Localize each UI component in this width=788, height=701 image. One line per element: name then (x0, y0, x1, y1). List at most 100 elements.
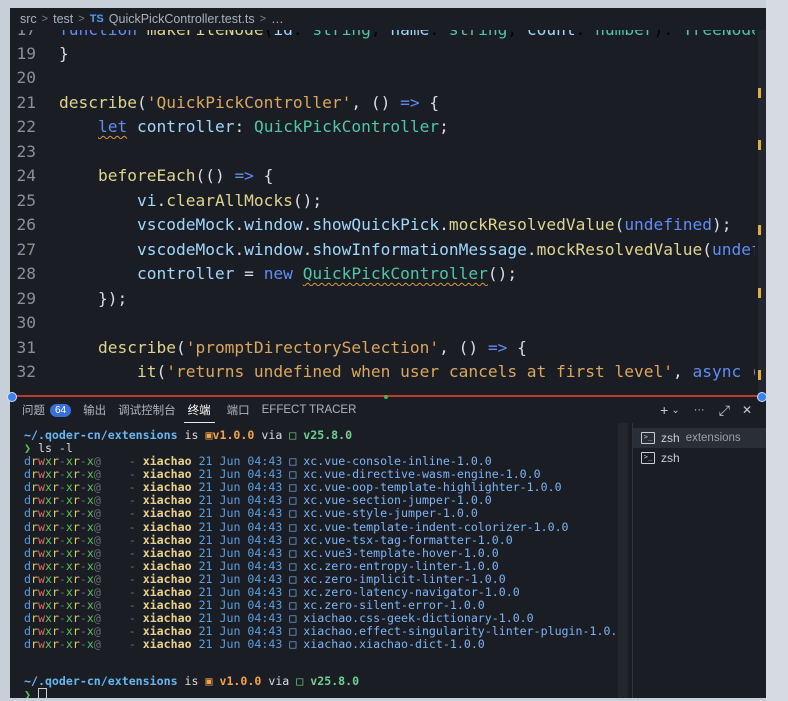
folder-icon: □ (289, 480, 304, 495)
code-line: 22 let controller: QuickPickController; (16, 117, 449, 136)
folder-icon: □ (289, 506, 304, 521)
owner: xiachao (142, 545, 192, 560)
terminal-list-row: drwxr-xr-x@ - xiachao 21 Jun 04:43 □ xc.… (24, 493, 492, 508)
directory-name: xc.vue-console-inline-1.0.0 (303, 454, 492, 468)
terminal-list-row: drwxr-xr-x@ - xiachao 21 Jun 04:43 □ xia… (24, 637, 485, 652)
modified-date: 21 Jun 04:43 (191, 480, 290, 495)
modified-date: 21 Jun 04:43 (191, 624, 290, 639)
owner: xiachao (142, 519, 192, 534)
tab-ports[interactable]: 端口 (227, 397, 250, 423)
breadcrumb: src > test > TS QuickPickController.test… (10, 8, 766, 30)
terminal-list-row: drwxr-xr-x@ - xiachao 21 Jun 04:43 □ xia… (24, 624, 625, 639)
directory-name: xc.vue3-template-hover-1.0.0 (303, 545, 499, 560)
terminal-prompt: ~/.qoder-cn/extensions is ▣ v1.0.0 via □… (24, 674, 360, 688)
code-line: 21 describe('QuickPickController', () => … (16, 93, 440, 112)
owner: xiachao (142, 598, 192, 613)
permissions: drwxr-xr-x@ (24, 598, 101, 613)
terminal-list-row: drwxr-xr-x@ - xiachao 21 Jun 04:43 □ xc.… (24, 467, 541, 482)
code-editor[interactable]: 17function makeFileNode(id: string, name… (10, 30, 758, 397)
breadcrumb-src[interactable]: src (20, 12, 37, 26)
permissions: drwxr-xr-x@ (24, 532, 101, 547)
tab-terminal[interactable]: 终端 (183, 398, 215, 423)
modified-date: 21 Jun 04:43 (191, 571, 290, 586)
modified-date: 21 Jun 04:43 (191, 545, 290, 560)
maximize-icon[interactable]: ⤢ (719, 402, 730, 419)
overview-marker (758, 88, 761, 98)
terminal-icon: >_ (641, 452, 655, 464)
tab-output[interactable]: 输出 (83, 397, 106, 423)
code-line: 23 (16, 142, 37, 161)
folder-icon: □ (289, 585, 304, 599)
terminal-scrollbar[interactable] (618, 423, 628, 698)
breadcrumb-more[interactable]: … (271, 12, 284, 26)
modified-date: 21 Jun 04:43 (191, 585, 290, 599)
tab-effect-tracer[interactable]: EFFECT TRACER (262, 397, 357, 423)
tab-debug-console[interactable]: 调试控制台 (118, 397, 176, 423)
code-line: 29 }); (16, 289, 128, 308)
owner: xiachao (142, 585, 192, 599)
directory-name: xc.vue-style-jumper-1.0.0 (303, 506, 478, 521)
owner: xiachao (142, 493, 192, 508)
chevron-down-icon[interactable]: ⌄ (671, 405, 679, 416)
terminal-list-row: drwxr-xr-x@ - xiachao 21 Jun 04:43 □ xc.… (24, 454, 492, 468)
code-line: 31 describe('promptDirectorySelection', … (16, 338, 527, 357)
folder-icon: □ (289, 532, 304, 547)
directory-name: xiachao.css-geek-dictionary-1.0.0 (303, 611, 534, 626)
terminal-input-line[interactable]: ❯ (24, 688, 47, 698)
directory-name: xc.vue-section-jumper-1.0.0 (303, 493, 492, 508)
directory-name: xc.vue-oop-template-highlighter-1.0.0 (303, 480, 562, 495)
permissions: drwxr-xr-x@ (24, 519, 101, 534)
code-line: 20 (16, 68, 37, 87)
problems-count-badge: 64 (50, 403, 72, 417)
folder-icon: □ (289, 571, 304, 586)
chevron-right-icon: > (259, 13, 267, 25)
folder-icon: □ (289, 624, 304, 639)
modified-date: 21 Jun 04:43 (191, 467, 290, 482)
terminal-list-row: drwxr-xr-x@ - xiachao 21 Jun 04:43 □ xc.… (24, 585, 520, 599)
folder-icon: □ (289, 519, 304, 534)
modified-date: 21 Jun 04:43 (191, 637, 290, 652)
package-icon: ▣ (205, 674, 213, 688)
node-icon: □ (296, 674, 304, 688)
terminal-session-item[interactable]: >_ zsh extensions (633, 428, 766, 448)
terminal-session-list: >_ zsh extensions >_ zsh (632, 423, 766, 698)
terminal-cursor (37, 688, 47, 698)
code-line: 27 vscodeMock.window.showInformationMess… (16, 240, 756, 259)
owner: xiachao (142, 611, 192, 626)
code-line: 17function makeFileNode(id: string, name… (10, 30, 756, 42)
terminal-list-row: drwxr-xr-x@ - xiachao 21 Jun 04:43 □ xc.… (24, 519, 569, 534)
editor-scrollbar[interactable] (758, 30, 766, 397)
modified-date: 21 Jun 04:43 (191, 611, 290, 626)
tab-problems[interactable]: 问题 64 (22, 397, 72, 423)
permissions: drwxr-xr-x@ (24, 624, 101, 639)
terminal-list-row: drwxr-xr-x@ - xiachao 21 Jun 04:43 □ xia… (24, 611, 534, 626)
new-terminal-icon[interactable]: + (660, 402, 668, 418)
breadcrumb-test[interactable]: test (53, 12, 73, 26)
close-icon[interactable]: ✕ (742, 403, 752, 417)
code-line: 19} (16, 44, 69, 63)
folder-icon: □ (289, 598, 304, 613)
overview-marker (758, 288, 761, 298)
overview-marker (758, 370, 761, 380)
more-icon[interactable]: ··· (694, 404, 705, 416)
permissions: drwxr-xr-x@ (24, 637, 101, 652)
splitter-handle-left[interactable] (7, 392, 17, 402)
permissions: drwxr-xr-x@ (24, 480, 101, 495)
owner: xiachao (142, 558, 192, 573)
modified-date: 21 Jun 04:43 (191, 506, 290, 521)
modified-date: 21 Jun 04:43 (191, 532, 290, 547)
directory-name: xc.vue-directive-wasm-engine-1.0.0 (303, 467, 541, 482)
terminal-session-item[interactable]: >_ zsh (633, 448, 766, 468)
terminal-output[interactable]: ~/.qoder-cn/extensions is ▣v1.0.0 via □ … (10, 423, 630, 698)
splitter-midpoint (384, 395, 388, 399)
owner: xiachao (142, 454, 192, 468)
permissions: drwxr-xr-x@ (24, 571, 101, 586)
breadcrumb-file[interactable]: QuickPickController.test.ts (109, 12, 255, 26)
folder-icon: □ (289, 545, 304, 560)
overview-marker (758, 140, 761, 150)
owner: xiachao (142, 480, 192, 495)
terminal-list-row: drwxr-xr-x@ - xiachao 21 Jun 04:43 □ xc.… (24, 480, 562, 495)
directory-name: xc.vue-tsx-tag-formatter-1.0.0 (303, 532, 513, 547)
desktop-background (766, 0, 788, 701)
terminal-list-row: drwxr-xr-x@ - xiachao 21 Jun 04:43 □ xc.… (24, 571, 506, 586)
